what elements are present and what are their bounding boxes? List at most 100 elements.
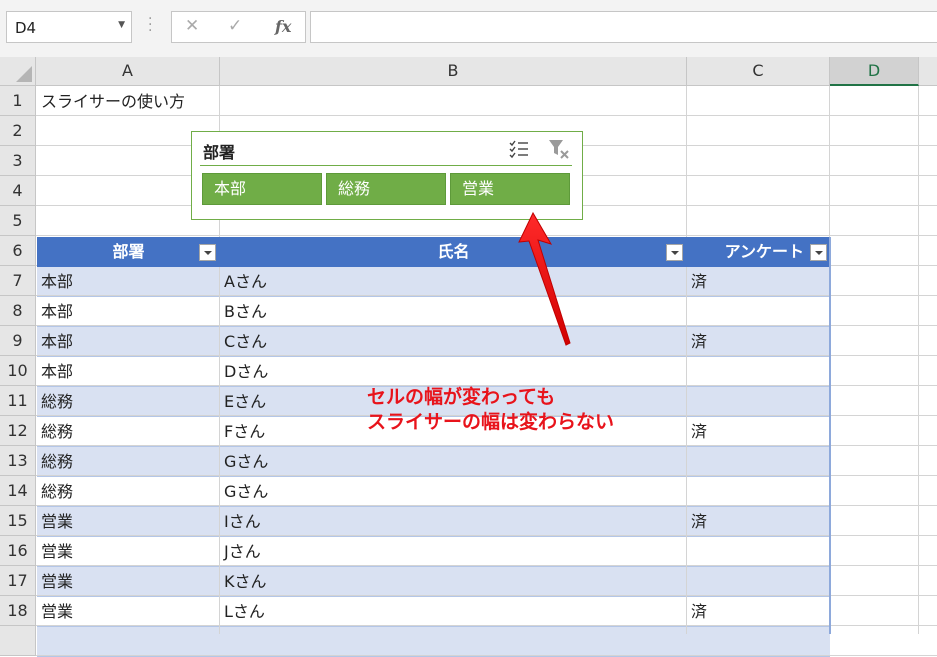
- gridline: [36, 655, 937, 656]
- cell-department[interactable]: 営業: [41, 507, 73, 537]
- row-header[interactable]: 4: [0, 176, 36, 206]
- cell-name[interactable]: Jさん: [224, 537, 261, 567]
- table-right-border: [829, 237, 831, 634]
- cell-department[interactable]: 本部: [41, 357, 73, 387]
- department-slicer[interactable]: 部署 本部 総務 営業: [191, 131, 583, 220]
- cell-name[interactable]: Bさん: [224, 297, 267, 327]
- row-header[interactable]: 16: [0, 536, 36, 566]
- row-header[interactable]: 18: [0, 596, 36, 626]
- filter-dropdown-button[interactable]: [199, 244, 216, 261]
- name-box[interactable]: D4 ▼: [6, 11, 132, 43]
- select-all-button[interactable]: [0, 57, 36, 86]
- table-band: [37, 537, 830, 567]
- drag-handle-icon[interactable]: · · ·: [148, 12, 152, 38]
- table-band: [37, 627, 830, 657]
- cell-survey[interactable]: 済: [691, 267, 707, 297]
- cell-name[interactable]: Kさん: [224, 567, 267, 597]
- gridline: [36, 565, 937, 566]
- table-header-row: 部署 氏名 アンケート: [37, 237, 830, 267]
- row-header[interactable]: 6: [0, 236, 36, 266]
- chevron-down-icon[interactable]: ▼: [118, 20, 125, 30]
- column-header-c[interactable]: C: [687, 57, 830, 86]
- cell-name[interactable]: Lさん: [224, 597, 265, 627]
- cell-department[interactable]: 営業: [41, 567, 73, 597]
- row-header[interactable]: 12: [0, 416, 36, 446]
- filter-dropdown-button[interactable]: [666, 244, 683, 261]
- row-header[interactable]: 14: [0, 476, 36, 506]
- gridline: [36, 535, 937, 536]
- row-header[interactable]: 1: [0, 86, 36, 116]
- gridline: [36, 445, 937, 446]
- formula-input[interactable]: [310, 11, 937, 43]
- enter-icon[interactable]: ✓: [228, 16, 242, 36]
- cell-name[interactable]: Cさん: [224, 327, 267, 357]
- slicer-item-somu[interactable]: 総務: [326, 173, 446, 205]
- annotation-line-2: スライサーの幅は変わらない: [367, 411, 615, 433]
- table-band: [37, 597, 830, 627]
- cell-department[interactable]: 営業: [41, 537, 73, 567]
- column-header-e[interactable]: [919, 57, 937, 86]
- cell-department[interactable]: 総務: [41, 447, 73, 477]
- row-header[interactable]: 5: [0, 206, 36, 236]
- cell-department[interactable]: 総務: [41, 417, 73, 447]
- gridline: [36, 325, 937, 326]
- cell-name[interactable]: Aさん: [224, 267, 267, 297]
- cell-department[interactable]: 営業: [41, 597, 73, 627]
- cell-survey[interactable]: 済: [691, 507, 707, 537]
- formula-bar: D4 ▼ · · · ✕ ✓ fx: [0, 0, 937, 57]
- cell-name[interactable]: Iさん: [224, 507, 261, 537]
- row-header[interactable]: 13: [0, 446, 36, 476]
- annotation-line-1: セルの幅が変わっても: [367, 386, 556, 408]
- cell-name[interactable]: Fさん: [224, 417, 265, 447]
- cell-name[interactable]: Gさん: [224, 447, 268, 477]
- slicer-divider: [200, 165, 572, 166]
- header-department[interactable]: 部署: [37, 237, 220, 267]
- row-header[interactable]: 2: [0, 116, 36, 146]
- table-band: [37, 327, 830, 357]
- gridline: [36, 505, 937, 506]
- row-header[interactable]: 8: [0, 296, 36, 326]
- row-header[interactable]: 7: [0, 266, 36, 296]
- clear-filter-icon[interactable]: [548, 138, 570, 160]
- gridline: [36, 625, 937, 626]
- filter-dropdown-button[interactable]: [810, 244, 827, 261]
- row-header[interactable]: 9: [0, 326, 36, 356]
- formula-buttons: ✕ ✓ fx: [171, 11, 306, 43]
- cell-name[interactable]: Gさん: [224, 477, 268, 507]
- multi-select-icon[interactable]: [509, 139, 529, 159]
- gridline: [36, 475, 937, 476]
- slicer-item-eigyo[interactable]: 営業: [450, 173, 570, 205]
- column-header-d[interactable]: D: [830, 57, 919, 86]
- cell-department[interactable]: 本部: [41, 327, 73, 357]
- column-header-a[interactable]: A: [36, 57, 220, 86]
- column-header-b[interactable]: B: [220, 57, 687, 86]
- cell-survey[interactable]: 済: [691, 597, 707, 627]
- row-header[interactable]: 10: [0, 356, 36, 386]
- cell-a1[interactable]: スライサーの使い方: [41, 87, 185, 117]
- cell-department[interactable]: 本部: [41, 297, 73, 327]
- row-header[interactable]: 3: [0, 146, 36, 176]
- cancel-icon[interactable]: ✕: [185, 16, 199, 36]
- row-header[interactable]: 17: [0, 566, 36, 596]
- cell-department[interactable]: 総務: [41, 387, 73, 417]
- cell-survey[interactable]: 済: [691, 417, 707, 447]
- row-header[interactable]: [0, 626, 36, 656]
- cell-department[interactable]: 総務: [41, 477, 73, 507]
- gridline: [36, 355, 937, 356]
- slicer-title: 部署: [203, 143, 236, 162]
- insert-function-icon[interactable]: fx: [275, 17, 291, 36]
- slicer-item-honbu[interactable]: 本部: [202, 173, 322, 205]
- gridline: [36, 235, 937, 236]
- row-header[interactable]: 11: [0, 386, 36, 416]
- cell-name[interactable]: Eさん: [224, 387, 266, 417]
- header-name[interactable]: 氏名: [220, 237, 687, 267]
- annotation-text: セルの幅が変わっても スライサーの幅は変わらない: [367, 385, 614, 435]
- cell-survey[interactable]: 済: [691, 327, 707, 357]
- row-header[interactable]: 15: [0, 506, 36, 536]
- cell-name[interactable]: Dさん: [224, 357, 268, 387]
- table-band: [37, 267, 830, 297]
- header-survey[interactable]: アンケート: [687, 237, 830, 267]
- cell-department[interactable]: 本部: [41, 267, 73, 297]
- gridline: [36, 295, 937, 296]
- table-band: [37, 297, 830, 327]
